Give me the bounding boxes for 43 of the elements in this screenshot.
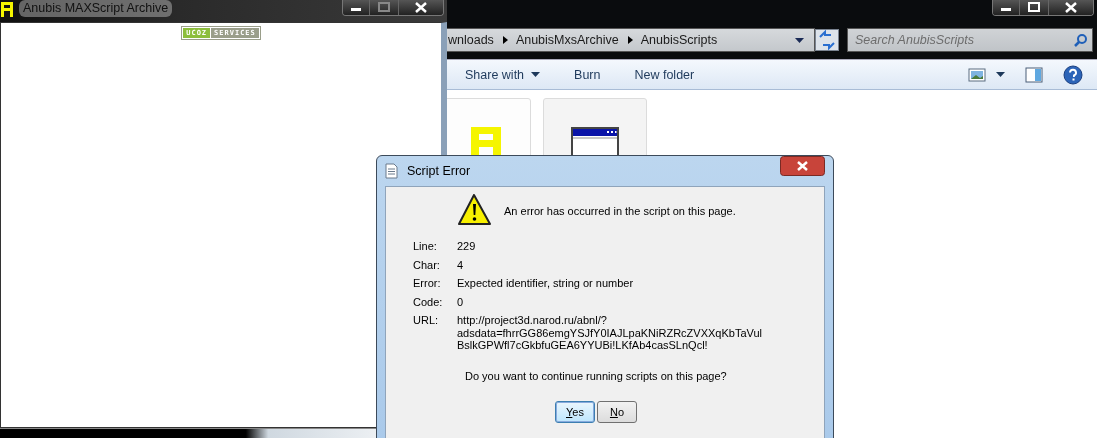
- detail-value: 229: [457, 240, 477, 253]
- minimize-button[interactable]: [993, 0, 1019, 15]
- error-message: An error has occurred in the script on this page.: [504, 204, 736, 217]
- caret-icon[interactable]: [996, 72, 1005, 77]
- window-title: Anubis MAXScript Archive: [19, 0, 173, 17]
- caret-icon: [531, 72, 541, 77]
- logo-icon: [0, 1, 14, 18]
- detail-label: Char:: [413, 258, 441, 271]
- help-icon[interactable]: [1063, 64, 1083, 85]
- detail-value: Expected identifier, string or number: [457, 277, 635, 290]
- window-icon: [571, 127, 619, 156]
- dialog-title: Script Error: [407, 164, 471, 178]
- breadcrumb[interactable]: AnubisMxsArchive: [515, 33, 619, 47]
- detail-value: 4: [457, 258, 465, 271]
- detail-label: Error:: [413, 277, 442, 290]
- refresh-button[interactable]: [815, 29, 839, 51]
- dialog-button[interactable]: Yes: [555, 400, 595, 423]
- menu-button[interactable]: Share with: [457, 64, 549, 85]
- chevron-icon: [626, 36, 633, 44]
- document-icon: [385, 163, 398, 179]
- detail-value: http://project3d.narod.ru/abnl/? adsdata=fhrrGG86emgYSJfY0IAJLpaKNiRZRcZVXXqKbTaVul BslkGPWfl7cGkbfuGEA6YYUBi!LKfAb4casSLnQcl!: [457, 314, 763, 352]
- close-button[interactable]: [1048, 0, 1093, 15]
- dialog-button[interactable]: No: [597, 400, 637, 423]
- detail-label: Line:: [413, 240, 438, 253]
- toolbar-button[interactable]: New folder: [626, 64, 703, 85]
- detail-label: URL:: [413, 314, 440, 328]
- breadcrumb[interactable]: wnloads: [448, 33, 494, 47]
- breadcrumb[interactable]: AnubisScripts: [640, 33, 718, 47]
- logo-icon: [470, 127, 501, 156]
- close-button[interactable]: [780, 156, 825, 176]
- preview-pane-icon[interactable]: [1025, 66, 1043, 83]
- toolbar-button[interactable]: Burn: [566, 64, 609, 85]
- search-field[interactable]: Search AnubisScripts: [847, 28, 1093, 52]
- close-button[interactable]: [398, 0, 443, 15]
- question-text: Do you want to continue running scripts on this page?: [465, 369, 728, 382]
- detail-value: 0: [457, 295, 465, 308]
- detail-label: Code:: [413, 295, 444, 308]
- minimize-button[interactable]: [343, 0, 369, 15]
- warning-icon: [457, 193, 493, 227]
- search-icon: [1074, 33, 1088, 47]
- maximize-button[interactable]: [1019, 0, 1048, 15]
- chevron-icon: [501, 36, 508, 44]
- view-icon[interactable]: [968, 67, 986, 82]
